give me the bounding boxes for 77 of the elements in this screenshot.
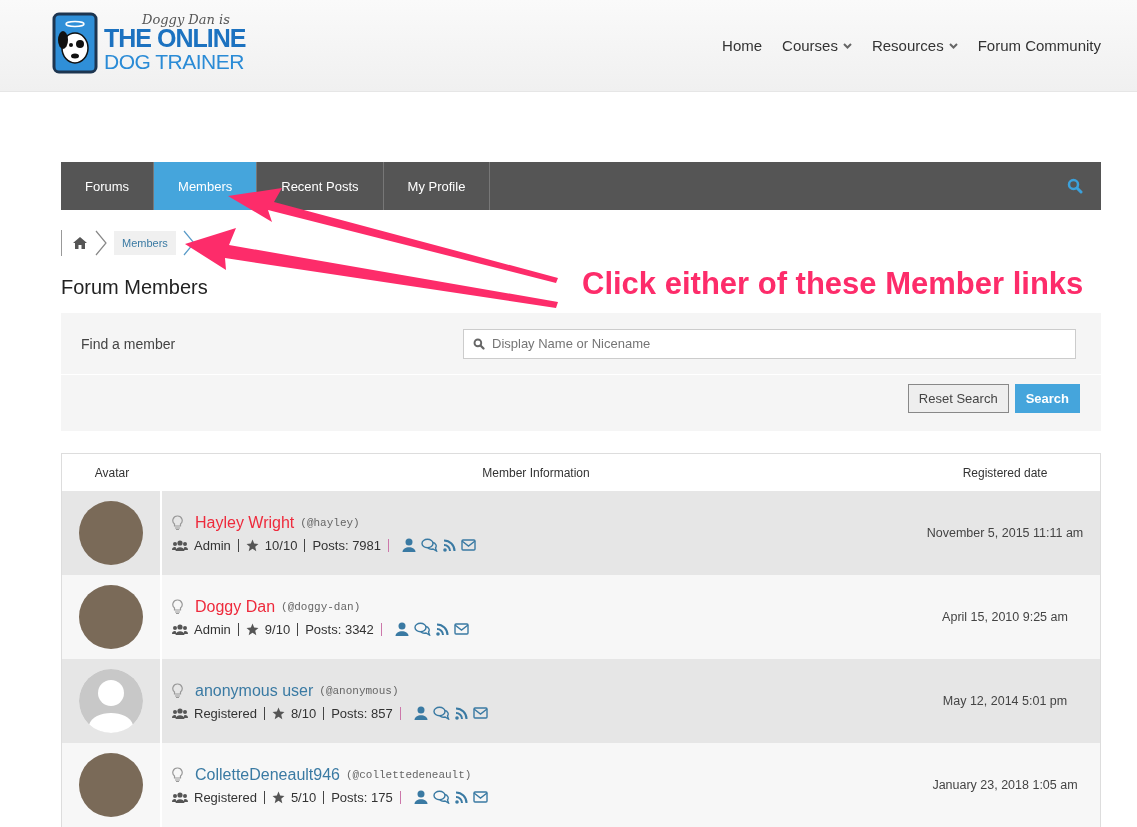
member-role: Admin — [194, 537, 231, 553]
envelope-icon[interactable] — [461, 539, 477, 551]
group-icon — [172, 539, 188, 551]
chevron-icon — [181, 230, 196, 256]
registered-date: January 23, 2018 1:05 am — [931, 777, 1079, 794]
search-field[interactable]: Display Name or Nicename — [463, 328, 1076, 359]
envelope-icon[interactable] — [472, 791, 488, 803]
star-icon — [271, 790, 285, 804]
user-icon[interactable] — [402, 538, 417, 552]
chat-icon[interactable] — [432, 790, 450, 804]
rss-icon[interactable] — [443, 538, 457, 552]
registered-date: November 5, 2015 11:11 am — [925, 525, 1085, 542]
user-icon[interactable] — [413, 790, 428, 804]
logo-subtitle: DOG TRAINER — [104, 51, 244, 72]
registered-date: April 15, 2010 9:25 am — [941, 609, 1069, 626]
lightbulb-icon — [172, 515, 183, 530]
member-posts: Posts: 175 — [331, 789, 393, 805]
group-icon — [172, 707, 188, 719]
member-handle: (@collettedeneault) — [346, 768, 472, 781]
nav-link[interactable]: Home — [722, 37, 763, 54]
lightbulb-icon — [172, 599, 183, 614]
user-icon[interactable] — [413, 706, 428, 720]
group-icon — [172, 623, 188, 635]
breadcrumb-link[interactable]: Members — [114, 231, 176, 255]
member-rating: 10/10 — [264, 537, 298, 553]
logo-title: THE ONLINE — [104, 26, 246, 51]
group-icon — [172, 791, 188, 803]
nav-link[interactable]: Courses — [782, 37, 852, 54]
user-icon[interactable] — [394, 622, 409, 636]
member-posts: Posts: 857 — [331, 705, 393, 721]
envelope-icon[interactable] — [472, 707, 488, 719]
dog-tablet-icon — [52, 11, 98, 74]
annotation-text: Click either of these Member links — [582, 266, 1084, 302]
avatar-silhouette — [79, 669, 143, 733]
column-header: Member Information — [482, 465, 590, 480]
envelope-icon[interactable] — [453, 623, 469, 635]
caret-icon — [842, 42, 852, 49]
column-header: Avatar — [94, 465, 130, 480]
caret-icon — [948, 42, 958, 49]
member-name-link[interactable]: ColletteDeneault946 — [195, 765, 340, 784]
member-role: Admin — [194, 621, 231, 637]
rss-icon[interactable] — [454, 706, 468, 720]
member-rating: 9/10 — [264, 621, 291, 637]
registered-date: May 12, 2014 5:01 pm — [941, 693, 1069, 710]
chat-icon[interactable] — [432, 706, 450, 720]
rss-icon[interactable] — [454, 790, 468, 804]
star-icon — [245, 538, 259, 552]
member-handle: (@anonymous) — [319, 684, 399, 697]
member-posts: Posts: 3342 — [305, 621, 374, 637]
chat-icon[interactable] — [421, 538, 439, 552]
column-header: Registered date — [962, 465, 1048, 480]
member-name-link[interactable]: Doggy Dan — [195, 597, 276, 616]
member-posts: Posts: 7981 — [312, 537, 382, 553]
lightbulb-icon — [172, 767, 183, 782]
home-icon[interactable] — [72, 236, 88, 250]
nav-link[interactable]: Forum Community — [977, 37, 1101, 54]
member-rating: 8/10 — [290, 705, 317, 721]
member-handle: (@hayley) — [300, 516, 360, 529]
nav-link[interactable]: Resources — [871, 37, 958, 54]
chat-icon[interactable] — [413, 622, 431, 636]
chevron-icon — [94, 230, 108, 256]
member-role: Registered — [194, 789, 257, 805]
member-handle: (@doggy-dan) — [281, 600, 361, 613]
search-label: Find a member — [81, 335, 177, 352]
member-rating: 5/10 — [290, 789, 317, 805]
search-icon — [473, 337, 485, 350]
search-icon[interactable] — [1067, 178, 1083, 194]
star-icon — [271, 706, 285, 720]
member-name-link[interactable]: anonymous user — [195, 681, 314, 700]
page-heading: Forum Members — [61, 276, 208, 299]
star-icon — [245, 622, 259, 636]
forum-tab[interactable]: My Profile — [383, 162, 491, 210]
logo-tagline: Doggy Dan is — [142, 13, 230, 26]
rss-icon[interactable] — [435, 622, 449, 636]
member-role: Registered — [194, 705, 257, 721]
reset-button[interactable]: Reset Search — [907, 384, 1009, 413]
lightbulb-icon — [172, 683, 183, 698]
